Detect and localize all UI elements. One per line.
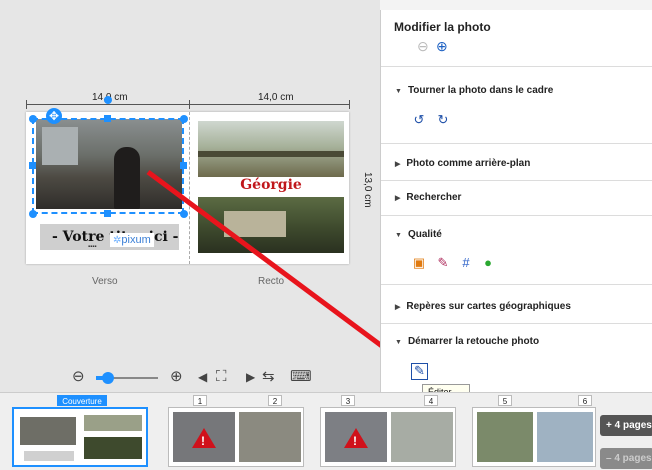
zoom-in-icon[interactable]: ⊕ bbox=[170, 369, 183, 385]
resize-handle[interactable] bbox=[29, 162, 36, 169]
expand-arrow-icon: ▼ bbox=[395, 232, 402, 239]
page-number: 4 bbox=[424, 395, 438, 406]
page-label-recto: Recto bbox=[258, 276, 285, 287]
thumb-photo bbox=[84, 415, 142, 431]
collapse-arrow-icon: ▶ bbox=[395, 304, 401, 311]
recto-title[interactable]: Géorgie bbox=[198, 177, 344, 197]
next-page-icon[interactable]: ▶ bbox=[246, 369, 255, 385]
section-label: Tourner la photo dans le cadre bbox=[407, 85, 554, 96]
thumb-photo bbox=[477, 412, 533, 462]
move-icon[interactable]: ✥ bbox=[46, 108, 62, 124]
section-maps[interactable]: ▶ Repères sur cartes géographiques bbox=[395, 301, 571, 312]
dim-tick bbox=[26, 100, 27, 109]
panel-zoom-in-icon[interactable]: ⊕ bbox=[436, 38, 448, 55]
resize-handle[interactable] bbox=[180, 162, 187, 169]
resize-handle[interactable] bbox=[104, 210, 111, 217]
thumb-photo bbox=[537, 412, 593, 462]
thumb-photo bbox=[391, 412, 453, 462]
dim-right-line bbox=[190, 104, 349, 105]
section-label: Qualité bbox=[407, 229, 442, 240]
page-number: 5 bbox=[498, 395, 512, 406]
dim-height-label: 13,0 cm bbox=[362, 172, 373, 208]
page-number: 2 bbox=[268, 395, 282, 406]
section-divider bbox=[381, 215, 652, 216]
rotate-right-icon[interactable]: ↻ bbox=[436, 113, 450, 127]
zoom-slider-knob[interactable] bbox=[102, 372, 114, 384]
warning-mark: ! bbox=[353, 434, 357, 448]
section-divider bbox=[381, 284, 652, 285]
warning-mark: ! bbox=[201, 434, 205, 448]
thumb-cover[interactable] bbox=[12, 407, 148, 467]
presse-mark: ▪▪▪▪ bbox=[88, 244, 97, 250]
prev-page-icon[interactable]: ◀ bbox=[198, 369, 207, 385]
recto-photo-bottom[interactable] bbox=[198, 197, 344, 253]
section-background[interactable]: ▶ Photo comme arrière-plan bbox=[395, 158, 530, 169]
collapse-arrow-icon: ▶ bbox=[395, 195, 401, 202]
resize-handle[interactable] bbox=[29, 115, 37, 123]
section-label: Photo comme arrière-plan bbox=[406, 158, 531, 169]
pixum-logo: ✲pixum bbox=[110, 233, 154, 247]
expand-arrow-icon: ▼ bbox=[395, 339, 402, 346]
edit-photo-icon[interactable]: ✎ bbox=[411, 363, 428, 380]
section-label: Rechercher bbox=[406, 192, 462, 203]
grid-icon[interactable]: # bbox=[459, 256, 473, 270]
zoom-out-icon[interactable]: ⊖ bbox=[72, 369, 85, 385]
recto-photo-top[interactable] bbox=[198, 121, 344, 177]
panel-title: Modifier la photo bbox=[394, 20, 491, 34]
spine-divider bbox=[189, 112, 190, 264]
editor-canvas: 14,0 cm 14,0 cm 13,0 cm Géorgie - Votre … bbox=[0, 0, 380, 392]
photo-horizon bbox=[198, 151, 344, 157]
expand-arrow-icon: ▼ bbox=[395, 88, 402, 95]
collapse-arrow-icon: ▶ bbox=[395, 161, 401, 168]
section-rotate[interactable]: ▼ Tourner la photo dans le cadre bbox=[395, 85, 553, 96]
section-quality[interactable]: ▼ Qualité bbox=[395, 229, 442, 240]
dim-tick bbox=[349, 100, 350, 109]
red-eye-icon[interactable]: ● bbox=[481, 256, 495, 270]
photo-selection-frame[interactable] bbox=[32, 118, 184, 214]
thumb-title-box bbox=[24, 451, 74, 461]
section-label: Démarrer la retouche photo bbox=[407, 336, 540, 347]
cover-label: Couverture bbox=[57, 395, 107, 406]
thumb-pages-5-6[interactable] bbox=[472, 407, 596, 467]
thumb-pages-1-2[interactable]: ! bbox=[168, 407, 304, 467]
rotate-handle[interactable] bbox=[104, 96, 112, 104]
resize-handle[interactable] bbox=[180, 210, 188, 218]
resize-handle[interactable] bbox=[29, 210, 37, 218]
section-divider bbox=[381, 323, 652, 324]
resize-handle[interactable] bbox=[104, 115, 111, 122]
section-search[interactable]: ▶ Rechercher bbox=[395, 192, 461, 203]
section-divider bbox=[381, 180, 652, 181]
page-number: 3 bbox=[341, 395, 355, 406]
remove-pages-button[interactable]: – 4 pages bbox=[600, 448, 652, 469]
section-divider bbox=[381, 66, 652, 67]
dim-right-label: 14,0 cm bbox=[258, 92, 294, 103]
swap-pages-icon[interactable]: ⇆ bbox=[262, 369, 275, 385]
edit-photo-panel: Modifier la photo ⊖ ⊕ ▼ Tourner la photo … bbox=[380, 10, 652, 392]
resize-handle[interactable] bbox=[180, 115, 188, 123]
brush-icon[interactable]: ✎ bbox=[436, 256, 450, 270]
page-number: 6 bbox=[578, 395, 592, 406]
thumb-pages-3-4[interactable]: ! bbox=[320, 407, 456, 467]
section-retouch[interactable]: ▼ Démarrer la retouche photo bbox=[395, 336, 539, 347]
add-pages-button[interactable]: + 4 pages bbox=[600, 415, 652, 436]
keyboard-icon[interactable]: ⌨ bbox=[290, 369, 312, 385]
page-label-verso: Verso bbox=[92, 276, 118, 287]
section-label: Repères sur cartes géographiques bbox=[406, 301, 571, 312]
photo-ruin bbox=[224, 211, 286, 237]
page-number: 1 bbox=[193, 395, 207, 406]
fit-screen-icon[interactable]: ⛶ bbox=[216, 369, 227, 385]
panel-zoom-out-icon[interactable]: ⊖ bbox=[417, 38, 429, 55]
thumb-photo bbox=[20, 417, 76, 445]
auto-enhance-icon[interactable]: ▣ bbox=[412, 256, 426, 270]
rotate-left-icon[interactable]: ↺ bbox=[412, 113, 426, 127]
section-divider bbox=[381, 143, 652, 144]
pixum-text: pixum bbox=[121, 234, 151, 246]
dim-left-line bbox=[26, 104, 189, 105]
dim-tick bbox=[189, 100, 190, 109]
thumb-photo bbox=[84, 437, 142, 459]
thumb-photo bbox=[239, 412, 301, 462]
